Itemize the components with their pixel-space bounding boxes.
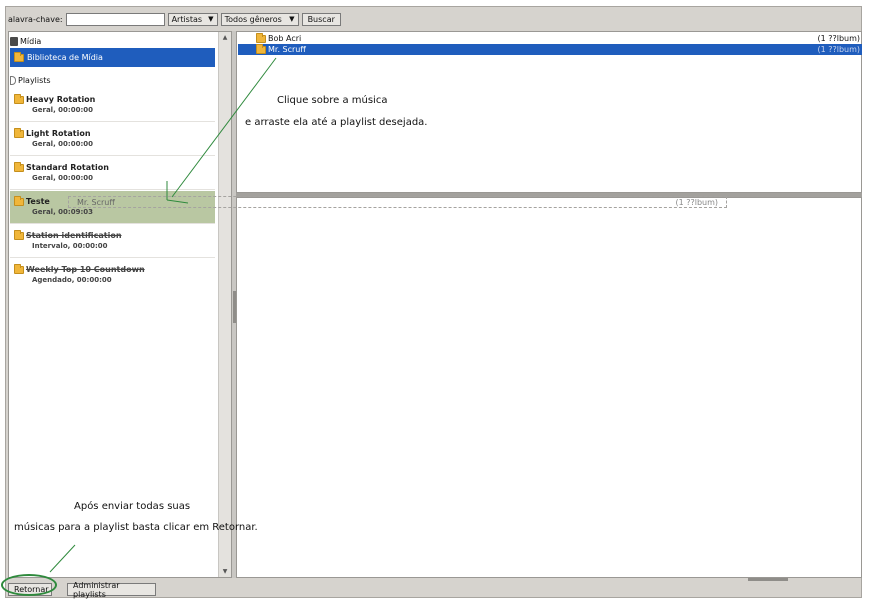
playlist-icon <box>10 75 16 85</box>
drag-hint-line2: e arraste ela até a playlist desejada. <box>245 117 428 128</box>
drag-hint-line1: Clique sobre a música <box>277 95 388 106</box>
artist-row-selected[interactable]: Mr. Scruff (1 ??lbum) <box>238 43 862 55</box>
playlist-info: Geral, 00:00:00 <box>32 140 93 148</box>
playlist-item[interactable]: Station identification Intervalo, 00:00:… <box>10 225 215 258</box>
playlist-name: Heavy Rotation <box>26 95 96 104</box>
media-section-label: Mídia <box>20 36 42 46</box>
keyword-label: alavra-chave: <box>8 14 63 24</box>
artist-row[interactable]: Bob Acri (1 ??lbum) <box>238 32 862 44</box>
folder-icon <box>256 32 266 43</box>
folder-icon <box>14 263 24 274</box>
genre-select-label: Todos gêneros <box>224 14 282 24</box>
folder-icon <box>14 229 24 240</box>
chevron-down-icon: ▼ <box>208 15 214 23</box>
folder-icon <box>14 195 24 206</box>
search-button[interactable]: Buscar <box>301 12 341 26</box>
drag-ghost-name: Mr. Scruff <box>77 197 115 207</box>
folder-icon <box>14 51 24 62</box>
sidebar-item-media-library[interactable]: Biblioteca de Mídia <box>10 48 215 67</box>
scroll-up-icon[interactable]: ▲ <box>219 32 231 43</box>
playlists-section-label: Playlists <box>18 75 51 85</box>
artists-select[interactable]: Artistas ▼ <box>167 12 218 26</box>
media-section-header: Mídia <box>9 34 41 48</box>
search-toolbar: alavra-chave: Artistas ▼ Todos gêneros ▼… <box>6 7 861 31</box>
playlist-item[interactable]: Heavy Rotation Geral, 00:00:00 <box>10 89 215 122</box>
playlist-info: Geral, 00:09:03 <box>32 208 93 216</box>
artists-select-label: Artistas <box>171 14 203 24</box>
bottom-bar: Retornar Administrar playlists <box>6 581 861 599</box>
artist-name: Mr. Scruff <box>268 45 306 54</box>
return-highlight-oval <box>1 574 57 596</box>
artist-list-panel: Bob Acri (1 ??lbum) Mr. Scruff (1 ??lbum… <box>236 31 862 193</box>
playlist-info: Geral, 00:00:00 <box>32 106 93 114</box>
album-count: (1 ??lbum) <box>817 45 860 54</box>
playlist-name: Standard Rotation <box>26 163 109 172</box>
folder-icon <box>256 43 266 54</box>
folder-icon <box>14 93 24 104</box>
playlist-item[interactable]: Light Rotation Geral, 00:00:00 <box>10 123 215 156</box>
manage-playlists-button[interactable]: Administrar playlists <box>67 581 156 599</box>
left-scrollbar[interactable]: ▲ ▼ <box>218 32 231 577</box>
media-library-label: Biblioteca de Mídia <box>27 53 103 62</box>
media-icon <box>10 36 18 46</box>
drag-ghost: Mr. Scruff (1 ??lbum) <box>68 196 727 208</box>
playlist-item[interactable]: Weekly Top 10 Countdown Agendado, 00:00:… <box>10 259 215 292</box>
media-panel: Mídia Biblioteca de Mídia Playlists Heav… <box>8 31 232 578</box>
artist-name: Bob Acri <box>268 34 302 43</box>
playlist-info: Intervalo, 00:00:00 <box>32 242 108 250</box>
return-hint-line1: Após enviar todas suas <box>74 501 191 512</box>
scroll-down-icon[interactable]: ▼ <box>219 566 231 577</box>
playlist-name: Weekly Top 10 Countdown <box>26 265 145 274</box>
playlist-name: Light Rotation <box>26 129 91 138</box>
playlist-item[interactable]: Standard Rotation Geral, 00:00:00 <box>10 157 215 190</box>
folder-icon <box>14 127 24 138</box>
playlist-name: Teste <box>26 197 50 206</box>
playlist-info: Agendado, 00:00:00 <box>32 276 112 284</box>
drag-ghost-count: (1 ??lbum) <box>675 197 718 207</box>
playlist-name: Station identification <box>26 231 122 240</box>
keyword-input[interactable] <box>65 12 165 26</box>
return-hint-line2: músicas para a playlist basta clicar em … <box>14 522 258 533</box>
playlist-info: Geral, 00:00:00 <box>32 174 93 182</box>
genre-select[interactable]: Todos gêneros ▼ <box>220 12 299 26</box>
album-list-panel <box>236 197 862 578</box>
playlists-section-header: Playlists <box>9 73 51 87</box>
folder-icon <box>14 161 24 172</box>
chevron-down-icon: ▼ <box>289 15 295 23</box>
album-count: (1 ??lbum) <box>817 34 860 43</box>
